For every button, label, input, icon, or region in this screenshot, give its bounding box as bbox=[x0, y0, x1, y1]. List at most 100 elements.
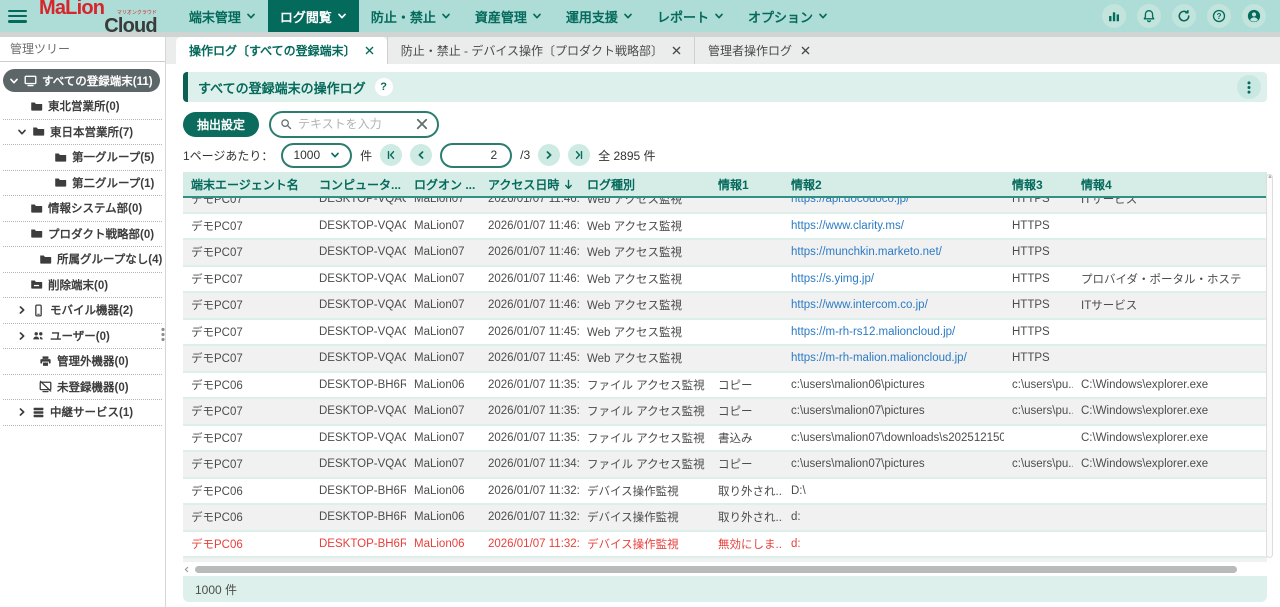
chevron-right-icon[interactable] bbox=[17, 407, 27, 417]
table-cell: MaLion07 bbox=[406, 458, 480, 470]
table-row[interactable]: デモPC07DESKTOP-VQAC...MaLion072026/01/07 … bbox=[183, 198, 1267, 214]
page-number-input[interactable] bbox=[440, 143, 512, 168]
last-page-button[interactable] bbox=[568, 144, 590, 166]
search-input[interactable] bbox=[298, 117, 410, 131]
url-link-cell[interactable]: https://www.clarity.ms/ bbox=[783, 220, 1004, 232]
table-cell: c:\users\pu... bbox=[1004, 458, 1073, 470]
url-link-cell[interactable]: https://m-rh-rs12.malioncloud.jp/ bbox=[783, 326, 1004, 338]
nav-item-4[interactable]: 運用支援 bbox=[554, 0, 645, 32]
table-row[interactable]: デモPC07DESKTOP-VQAC...MaLion072026/01/07 … bbox=[183, 293, 1267, 320]
tree-item-9[interactable]: モバイル機器(2) bbox=[3, 298, 162, 324]
column-header-label: 情報4 bbox=[1081, 176, 1112, 193]
nav-item-3[interactable]: 資産管理 bbox=[463, 0, 554, 32]
per-page-select[interactable]: 1000 bbox=[281, 143, 352, 168]
tree-item-13[interactable]: 中継サービス(1) bbox=[3, 400, 162, 426]
clear-search-icon[interactable] bbox=[416, 118, 428, 130]
table-row[interactable]: デモPC07DESKTOP-VQAC...MaLion072026/01/07 … bbox=[183, 267, 1267, 294]
close-icon[interactable] bbox=[672, 46, 681, 55]
table-cell: デモPC07 bbox=[183, 244, 311, 260]
column-header-2[interactable]: ログオン ... bbox=[406, 176, 480, 193]
table-cell: 2026/01/07 11:35:07 bbox=[480, 432, 579, 444]
tree-item-4[interactable]: 第二グループ(1) bbox=[3, 171, 162, 197]
scroll-up-icon[interactable]: ▲ bbox=[1267, 174, 1272, 180]
main-menu: 端末管理ログ閲覧防止・禁止資産管理運用支援レポートオプション bbox=[177, 0, 840, 32]
url-link-cell[interactable]: https://s.yimg.jp/ bbox=[783, 273, 1004, 285]
chevron-right-icon[interactable] bbox=[17, 331, 27, 341]
tab-1[interactable]: 防止・禁止 - デバイス操作〔プロダクト戦略部〕 bbox=[387, 37, 694, 64]
table-cell: MaLion06 bbox=[406, 485, 480, 497]
chevron-right-icon[interactable] bbox=[17, 305, 27, 315]
bar-chart-icon[interactable] bbox=[1102, 4, 1126, 28]
prev-page-button[interactable] bbox=[410, 144, 432, 166]
table-cell: 書込み bbox=[710, 430, 783, 446]
table-cell: MaLion07 bbox=[406, 352, 480, 364]
table-row[interactable]: デモPC06DESKTOP-BH6RI...MaLion062026/01/07… bbox=[183, 479, 1267, 506]
scrollbar-thumb[interactable] bbox=[195, 566, 1237, 573]
table-row[interactable]: デモPC07DESKTOP-VQAC...MaLion072026/01/07 … bbox=[183, 399, 1267, 426]
table-row[interactable]: デモPC06DESKTOP-BH6RI...MaLion062026/01/07… bbox=[183, 373, 1267, 400]
nav-item-0[interactable]: 端末管理 bbox=[177, 0, 268, 32]
first-page-button[interactable] bbox=[380, 144, 402, 166]
url-link-cell[interactable]: https://www.intercom.co.jp/ bbox=[783, 299, 1004, 311]
column-header-4[interactable]: ログ種別 bbox=[579, 176, 710, 193]
table-cell: DESKTOP-VQAC... bbox=[311, 246, 406, 258]
tree-item-7[interactable]: 所属グループなし(4) bbox=[3, 247, 162, 273]
table-row[interactable]: デモPC07DESKTOP-VQAC...MaLion072026/01/07 … bbox=[183, 426, 1267, 453]
url-link-cell[interactable]: https://m-rh-malion.malioncloud.jp/ bbox=[783, 352, 1004, 364]
chevron-down-icon[interactable] bbox=[17, 127, 27, 137]
tree-item-11[interactable]: 管理外機器(0) bbox=[3, 349, 162, 375]
help-icon[interactable]: ? bbox=[1207, 4, 1231, 28]
column-header-6[interactable]: 情報2 bbox=[783, 176, 1004, 193]
table-row[interactable]: デモPC06DESKTOP-BH6RI...MaLion062026/01/07… bbox=[183, 505, 1267, 532]
sidebar-resize-handle-icon[interactable] bbox=[161, 327, 165, 342]
table-row[interactable]: デモPC07DESKTOP-VQAC...MaLion072026/01/07 … bbox=[183, 452, 1267, 479]
url-link-cell[interactable]: https://munchkin.marketo.net/ bbox=[783, 246, 1004, 258]
tree-item-3[interactable]: 第一グループ(5) bbox=[3, 145, 162, 171]
table-row[interactable]: デモPC07DESKTOP-VQAC...MaLion072026/01/07 … bbox=[183, 346, 1267, 373]
nav-item-2[interactable]: 防止・禁止 bbox=[359, 0, 463, 32]
kebab-menu-icon[interactable] bbox=[1237, 75, 1261, 99]
tab-2[interactable]: 管理者操作ログ bbox=[694, 37, 823, 64]
tree-item-6[interactable]: プロダクト戦略部(0) bbox=[3, 222, 162, 248]
bell-icon[interactable] bbox=[1137, 4, 1161, 28]
table-row[interactable]: デモPC06DESKTOP-BH6RI...MaLion062026/01/07… bbox=[183, 532, 1267, 559]
column-header-7[interactable]: 情報3 bbox=[1004, 176, 1073, 193]
table-cell: Web アクセス監視 bbox=[579, 244, 710, 260]
table-cell: ファイル アクセス監視 bbox=[579, 377, 710, 393]
help-icon[interactable]: ? bbox=[375, 78, 393, 96]
menu-icon[interactable] bbox=[8, 10, 27, 23]
refresh-icon[interactable] bbox=[1172, 4, 1196, 28]
table-cell: デバイス操作監視 bbox=[579, 536, 710, 552]
url-link-cell[interactable]: https://api.docodoco.jp/ bbox=[783, 198, 1004, 205]
next-page-button[interactable] bbox=[538, 144, 560, 166]
tab-0[interactable]: 操作ログ〔すべての登録端末〕 bbox=[176, 37, 387, 64]
column-header-1[interactable]: コンピュータ... bbox=[311, 176, 406, 193]
vertical-scrollbar[interactable]: ▲ bbox=[1266, 174, 1273, 558]
close-icon[interactable] bbox=[365, 46, 374, 55]
tree-item-0[interactable]: すべての登録端末(11) bbox=[3, 69, 160, 92]
nav-item-1[interactable]: ログ閲覧 bbox=[268, 0, 359, 32]
column-header-8[interactable]: 情報4 bbox=[1073, 176, 1241, 193]
tree-item-12[interactable]: 未登録機器(0) bbox=[3, 375, 162, 401]
tree-item-1[interactable]: 東北営業所(0) bbox=[3, 94, 162, 120]
column-header-0[interactable]: 端末エージェント名 bbox=[183, 176, 311, 193]
extract-settings-button[interactable]: 抽出設定 bbox=[183, 112, 259, 137]
account-icon[interactable] bbox=[1242, 4, 1266, 28]
tree-item-5[interactable]: 情報システム部(0) bbox=[3, 196, 162, 222]
tree-item-2[interactable]: 東日本営業所(7) bbox=[3, 120, 162, 146]
table-row[interactable]: デモPC07DESKTOP-VQAC...MaLion072026/01/07 … bbox=[183, 214, 1267, 241]
tree-item-label: ユーザー(0) bbox=[50, 328, 110, 344]
tree-item-10[interactable]: ユーザー(0) bbox=[3, 324, 162, 350]
table-row[interactable]: デモPC07DESKTOP-VQAC...MaLion072026/01/07 … bbox=[183, 240, 1267, 267]
nav-item-5[interactable]: レポート bbox=[645, 0, 736, 32]
tree-item-8[interactable]: 削除端末(0) bbox=[3, 273, 162, 299]
tree-item-label: モバイル機器(2) bbox=[50, 302, 133, 318]
scroll-left-icon[interactable] bbox=[183, 566, 190, 573]
scrollbar-track[interactable] bbox=[193, 566, 1267, 573]
column-header-3[interactable]: アクセス日時 bbox=[480, 176, 579, 193]
close-icon[interactable] bbox=[801, 46, 810, 55]
table-row[interactable]: デモPC07DESKTOP-VQAC...MaLion072026/01/07 … bbox=[183, 320, 1267, 347]
nav-item-6[interactable]: オプション bbox=[736, 0, 840, 32]
chevron-down-icon[interactable] bbox=[9, 76, 19, 86]
column-header-5[interactable]: 情報1 bbox=[710, 176, 783, 193]
